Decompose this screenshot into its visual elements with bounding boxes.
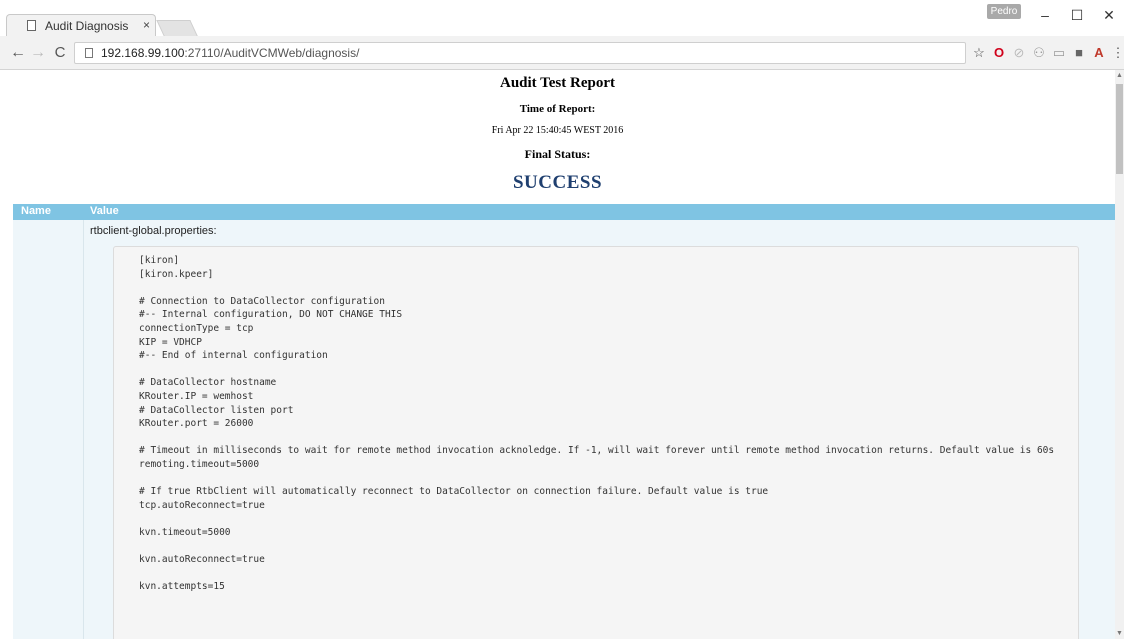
final-status-label: Final Status:	[524, 147, 591, 161]
acrobat-icon[interactable]: A	[1092, 45, 1106, 61]
code-line: # If true RtbClient will automatically r…	[139, 486, 769, 498]
link-icon[interactable]: ⊘	[1012, 45, 1026, 61]
ext-box-icon[interactable]: ▭	[1052, 45, 1066, 61]
vertical-scrollbar[interactable]: ▲ ▼	[1115, 70, 1124, 639]
star-icon[interactable]: ☆	[972, 45, 986, 61]
forward-icon[interactable]: →	[28, 43, 48, 63]
square-icon[interactable]: ■	[1072, 45, 1086, 61]
address-bar[interactable]: 192.168.99.100:27110/AuditVCMWeb/diagnos…	[74, 42, 966, 64]
code-line: [kiron.kpeer]	[139, 268, 214, 280]
browser-toolbar: ← → C 192.168.99.100:27110/AuditVCMWeb/d…	[0, 36, 1124, 70]
table-row: rtbclient-global.properties: [kiron] [kir…	[13, 220, 1115, 639]
code-line: kvn.attempts=15	[139, 581, 225, 593]
opera-icon[interactable]: O	[992, 45, 1006, 61]
code-line: KRouter.port = 26000	[139, 418, 254, 430]
scrollbar-thumb[interactable]	[1116, 84, 1123, 174]
scroll-down-icon[interactable]: ▼	[1116, 630, 1123, 637]
code-line: kvn.timeout=5000	[139, 527, 231, 538]
scroll-up-icon[interactable]: ▲	[1116, 72, 1123, 79]
profile-badge[interactable]: Pedro	[987, 4, 1021, 19]
browser-tab[interactable]: Audit Diagnosis ×	[6, 14, 156, 36]
page-icon	[27, 20, 36, 31]
tab-title: Audit Diagnosis	[45, 19, 129, 33]
reload-icon[interactable]: C	[50, 43, 70, 63]
menu-icon[interactable]: ⋮	[1111, 45, 1124, 61]
report-title: Audit Test Report	[499, 75, 615, 91]
url-text[interactable]: 192.168.99.100:27110/AuditVCMWeb/diagnos…	[101, 46, 359, 60]
browser-titlebar: Audit Diagnosis × Pedro – ☐ ✕	[0, 0, 1124, 36]
code-line: KIP = VDHCP	[139, 336, 202, 348]
page-info-icon[interactable]	[85, 48, 93, 58]
column-header-value: Value	[90, 205, 119, 217]
column-header-name: Name	[21, 205, 51, 217]
final-status-value: SUCCESS	[512, 172, 603, 193]
code-line: # DataCollector listen port	[139, 404, 294, 416]
code-line: # Timeout in milliseconds to wait for re…	[139, 445, 1055, 457]
time-of-report-label: Time of Report:	[519, 103, 596, 115]
properties-code-block: [kiron] [kiron.kpeer] # Connection to Data…	[113, 246, 1079, 639]
code-line: #-- Internal configuration, DO NOT CHANG…	[139, 309, 403, 321]
table-header: Name Value	[13, 204, 1115, 220]
name-cell	[13, 220, 84, 639]
code-line: # DataCollector hostname	[139, 377, 277, 389]
code-line: tcp.autoReconnect=true	[139, 499, 265, 511]
code-line: kvn.autoReconnect=true	[139, 554, 265, 566]
page-content: Audit Test Report Time of Report: Fri Ap…	[0, 70, 1115, 639]
code-line: remoting.timeout=5000	[139, 459, 260, 470]
close-tab-icon[interactable]: ×	[143, 18, 150, 32]
new-tab-button[interactable]	[156, 20, 198, 36]
code-line: [kiron]	[139, 255, 180, 266]
code-line: #-- End of internal configuration	[139, 350, 328, 362]
code-line: connectionType = tcp	[139, 323, 254, 334]
code-line: # Connection to DataCollector configurat…	[139, 295, 385, 307]
puzzle-icon[interactable]: ⚇	[1032, 45, 1046, 61]
minimize-button[interactable]: –	[1032, 5, 1058, 25]
time-of-report-value: Fri Apr 22 15:40:45 WEST 2016	[491, 125, 624, 136]
close-window-button[interactable]: ✕	[1096, 5, 1122, 25]
maximize-button[interactable]: ☐	[1064, 5, 1090, 25]
property-file-title: rtbclient-global.properties:	[90, 225, 217, 237]
back-icon[interactable]: ←	[8, 43, 28, 63]
code-line: KRouter.IP = wemhost	[139, 391, 254, 402]
